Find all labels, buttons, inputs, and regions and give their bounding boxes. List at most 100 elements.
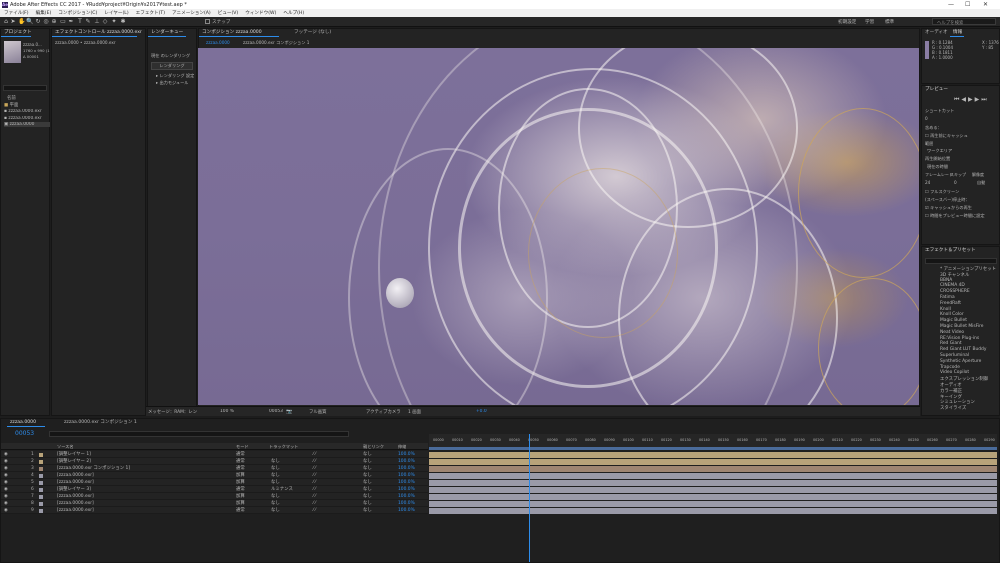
layer-track-matte[interactable]: なし — [271, 501, 280, 507]
layer-label-color[interactable] — [39, 459, 43, 464]
layer-stretch[interactable]: 100.0% — [398, 508, 415, 514]
timeline-search-input[interactable] — [49, 431, 349, 437]
layer-parent[interactable]: なし — [363, 494, 372, 500]
layer-duration-bar[interactable] — [429, 465, 997, 472]
menu-layer[interactable]: レイヤー(L) — [104, 10, 128, 16]
layer-name[interactable]: [調整レイヤー 3] — [57, 487, 91, 493]
layer-name[interactable]: [調整レイヤー 1] — [57, 452, 91, 458]
render-settings-row[interactable]: ▸ レンダリング 設定 — [156, 73, 194, 79]
workspace-learn[interactable]: 学習 — [865, 19, 874, 25]
time-option[interactable]: ☐ 時間をプレビュー時間に設定 — [925, 213, 1000, 219]
comp-subtab[interactable]: zzzaa.0000.exr コンポジション 1 — [243, 40, 309, 46]
menu-composition[interactable]: コンポジション(C) — [58, 10, 97, 16]
workspace-default[interactable]: 初期設定 — [838, 19, 856, 25]
visibility-eye-icon[interactable]: ◉ — [4, 508, 8, 514]
comp-subtab-active[interactable]: zzzaa.0000 — [206, 40, 230, 45]
selection-tool-icon[interactable]: ➤ — [10, 19, 16, 25]
effects-category-item[interactable]: Video Copilot — [940, 370, 969, 375]
effects-category-item[interactable]: Magic Bullet — [940, 318, 967, 323]
maximize-icon[interactable]: ☐ — [965, 1, 970, 8]
camera-dropdown[interactable]: アクティブカメラ — [366, 409, 401, 415]
layer-name[interactable]: [調整レイヤー 2] — [57, 459, 91, 465]
minimize-icon[interactable]: — — [948, 1, 954, 8]
layer-row[interactable]: ◉ 5 [zzzaa.0000.exr] 加算 なし ⁄ ⁄ なし 100.0% — [1, 479, 428, 486]
output-module-row[interactable]: ▸ 出力モジュール — [156, 80, 188, 86]
current-time-indicator[interactable] — [529, 434, 530, 562]
layer-name[interactable]: [zzzaa.0000.exr] — [57, 473, 94, 479]
layer-stretch[interactable]: 100.0% — [398, 480, 415, 486]
layer-parent[interactable]: なし — [363, 501, 372, 507]
snap-checkbox[interactable] — [205, 19, 210, 24]
layer-parent[interactable]: なし — [363, 480, 372, 486]
viewer-timecode[interactable]: 00053 — [269, 409, 283, 414]
rectangle-tool-icon[interactable]: ▭ — [60, 19, 66, 25]
col-source-name[interactable]: ソース名 — [57, 444, 74, 450]
col-stretch[interactable]: 伸縮 — [398, 444, 406, 450]
layer-mode[interactable]: 通常 — [236, 487, 245, 493]
effects-category-item[interactable]: Knoll — [940, 307, 951, 312]
layer-parent[interactable]: なし — [363, 473, 372, 479]
render-button[interactable]: レンダリング — [151, 62, 193, 70]
layer-label-color[interactable] — [39, 466, 43, 471]
home-icon[interactable]: ⌂ — [3, 19, 9, 25]
layer-label-color[interactable] — [39, 452, 43, 457]
layer-duration-bar[interactable] — [429, 458, 997, 465]
visibility-eye-icon[interactable]: ◉ — [4, 459, 8, 465]
layer-track-matte[interactable]: ルミナンス — [271, 487, 293, 493]
effects-category-item[interactable]: BBNA — [940, 278, 952, 283]
layer-duration-bar[interactable] — [429, 507, 997, 514]
effects-category-item[interactable]: Fatima — [940, 295, 955, 300]
effects-category-item[interactable]: Synthetic Aperture — [940, 359, 981, 364]
visibility-eye-icon[interactable]: ◉ — [4, 501, 8, 507]
effects-category-item[interactable]: Superluminal — [940, 353, 969, 358]
layer-mode[interactable]: 通常 — [236, 452, 245, 458]
project-item-selected[interactable]: ▣ zzzaa.0000 — [4, 122, 50, 127]
layer-row[interactable]: ◉ 8 [zzzaa.0000.exr] 加算 なし ⁄ ⁄ なし 100.0% — [1, 500, 428, 507]
snapshot-icon[interactable]: 📷 — [286, 409, 292, 415]
layer-row[interactable]: ◉ 6 [調整レイヤー 3] 通常 ルミナンス ⁄ ⁄ なし 100.0% — [1, 486, 428, 493]
type-tool-icon[interactable]: T — [77, 19, 83, 25]
layer-label-color[interactable] — [39, 480, 43, 485]
layer-track-matte[interactable]: なし — [271, 466, 280, 472]
layer-row[interactable]: ◉ 9 [zzzaa.0000.exr] 通常 なし ⁄ ⁄ なし 100.0% — [1, 507, 428, 514]
layer-track-matte[interactable]: なし — [271, 480, 280, 486]
roto-brush-tool-icon[interactable]: ✦ — [111, 19, 117, 25]
layer-mode[interactable]: 通常 — [236, 466, 245, 472]
cache-play-option[interactable]: ☑ キャッシュからの再生 — [925, 205, 972, 211]
layer-mode[interactable]: 加算 — [236, 473, 245, 479]
layer-parent[interactable]: なし — [363, 459, 372, 465]
tab-preview[interactable]: プレビュー — [922, 86, 951, 94]
col-name[interactable]: 名前 — [7, 95, 16, 101]
layer-track-matte[interactable]: なし — [271, 494, 280, 500]
layer-parent[interactable]: なし — [363, 452, 372, 458]
layer-switches[interactable]: ⁄ ⁄ — [313, 487, 316, 493]
layer-switches[interactable]: ⁄ ⁄ — [313, 508, 316, 514]
layer-switches[interactable]: ⁄ ⁄ — [313, 494, 316, 500]
help-search-input[interactable]: ヘルプを検索 — [932, 18, 996, 26]
layer-parent[interactable]: なし — [363, 466, 372, 472]
layer-stretch[interactable]: 100.0% — [398, 487, 415, 493]
layer-name[interactable]: [zzzaa.0000.exr] — [57, 508, 94, 514]
effects-category-item[interactable]: Neat Video — [940, 330, 964, 335]
project-search-input[interactable] — [3, 85, 47, 91]
layer-row[interactable]: ◉ 7 [zzzaa.0000.exr] 加算 なし ⁄ ⁄ なし 100.0% — [1, 493, 428, 500]
brush-tool-icon[interactable]: ✎ — [85, 19, 91, 25]
layer-duration-bar[interactable] — [429, 451, 997, 458]
effects-search-input[interactable] — [925, 258, 997, 264]
layer-mode[interactable]: 通常 — [236, 508, 245, 514]
quality-dropdown[interactable]: フル画質 — [309, 409, 327, 415]
pen-tool-icon[interactable]: ✒ — [68, 19, 74, 25]
views-dropdown[interactable]: 1 画面 — [408, 409, 421, 415]
layer-name[interactable]: [zzzaa.0000.exr コンポジション 1] — [57, 466, 130, 472]
work-area-bar[interactable] — [429, 447, 997, 450]
layer-mode[interactable]: 加算 — [236, 501, 245, 507]
layer-stretch[interactable]: 100.0% — [398, 494, 415, 500]
effects-category-item[interactable]: スタイライズ — [940, 405, 966, 411]
tab-timeline-comp2[interactable]: zzzaa.0000.exr コンポジション 1 — [61, 419, 140, 427]
menu-animation[interactable]: アニメーション(A) — [172, 10, 211, 16]
effects-category-item[interactable]: Red Giant LUT Buddy — [940, 347, 986, 352]
layer-mode[interactable]: 加算 — [236, 494, 245, 500]
col-mode[interactable]: モード — [236, 444, 249, 450]
cache-option[interactable]: ☐ 再生前にキャッシュ — [925, 133, 968, 139]
layer-switches[interactable]: ⁄ ⁄ — [313, 452, 316, 458]
